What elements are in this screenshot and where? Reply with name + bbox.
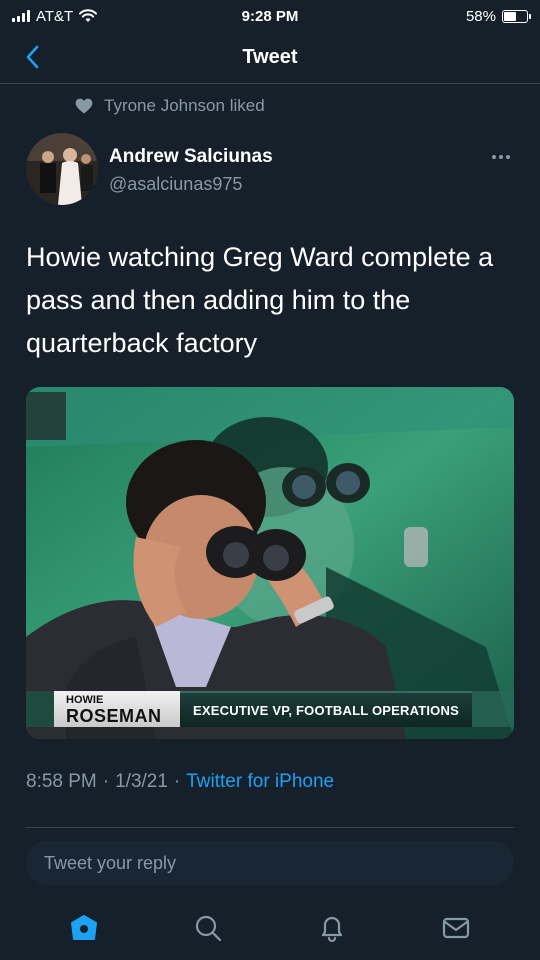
header: Tweet bbox=[0, 32, 540, 84]
social-context: Tyrone Johnson liked bbox=[74, 96, 265, 116]
tab-messages[interactable] bbox=[436, 908, 476, 948]
lower-third-name-box: HOWIE ROSEMAN bbox=[54, 691, 180, 727]
tweet-date: 1/3/21 bbox=[115, 771, 168, 792]
lower-third-left-cap bbox=[26, 691, 54, 727]
tweet-time: 8:58 PM bbox=[26, 771, 97, 792]
more-dot-icon bbox=[492, 155, 496, 159]
status-bar: AT&T 9:28 PM 58% bbox=[0, 0, 540, 32]
lower-third-right-cap bbox=[472, 691, 514, 727]
signal-icon bbox=[12, 10, 30, 22]
battery-icon bbox=[501, 9, 531, 23]
author-name[interactable]: Andrew Salciunas bbox=[109, 146, 273, 168]
status-time: 9:28 PM bbox=[241, 7, 299, 25]
more-dot-icon bbox=[499, 155, 503, 159]
tab-notifications[interactable] bbox=[312, 908, 352, 948]
lower-third-last-name: ROSEMAN bbox=[66, 706, 162, 726]
status-left: AT&T bbox=[12, 8, 172, 25]
broadcast-lower-third: HOWIE ROSEMAN EXECUTIVE VP, FOOTBALL OPE… bbox=[26, 686, 514, 730]
home-icon bbox=[71, 915, 97, 940]
search-icon bbox=[195, 915, 222, 942]
tab-home[interactable] bbox=[64, 908, 104, 948]
wifi-icon bbox=[79, 9, 98, 22]
meta-separator: · bbox=[102, 771, 110, 792]
avatar-image bbox=[26, 133, 98, 205]
page-title: Tweet bbox=[242, 46, 298, 68]
battery-percent: 58% bbox=[465, 7, 496, 25]
battery-fill bbox=[503, 11, 517, 21]
author-handle[interactable]: @asalciunas975 bbox=[109, 174, 242, 195]
avatar[interactable] bbox=[26, 133, 98, 205]
messages-icon bbox=[442, 917, 470, 939]
tweet-meta: 8:58 PM · 1/3/21 · Twitter for iPhone bbox=[26, 771, 334, 793]
chevron-left-icon bbox=[26, 45, 39, 69]
notifications-icon bbox=[321, 916, 343, 943]
more-options-button[interactable] bbox=[492, 148, 518, 166]
back-button[interactable] bbox=[18, 42, 48, 72]
tweet-media[interactable]: HOWIE ROSEMAN EXECUTIVE VP, FOOTBALL OPE… bbox=[26, 387, 514, 739]
lower-third-first-name: HOWIE bbox=[66, 694, 104, 706]
more-dot-icon bbox=[506, 155, 510, 159]
status-right: 58% bbox=[368, 7, 531, 25]
carrier-label: AT&T bbox=[36, 7, 74, 25]
heart-icon bbox=[75, 98, 93, 114]
reply-input[interactable] bbox=[26, 841, 514, 885]
tweet-text: Howie watching Greg Ward complete a pass… bbox=[26, 242, 494, 358]
divider bbox=[26, 827, 514, 828]
lower-third-title: EXECUTIVE VP, FOOTBALL OPERATIONS bbox=[180, 691, 472, 727]
tab-search[interactable] bbox=[188, 908, 228, 948]
social-context-text: Tyrone Johnson liked bbox=[104, 96, 265, 115]
tweet-client-link[interactable]: Twitter for iPhone bbox=[186, 771, 334, 793]
tab-bar bbox=[0, 896, 540, 960]
meta-separator: · bbox=[173, 771, 181, 792]
